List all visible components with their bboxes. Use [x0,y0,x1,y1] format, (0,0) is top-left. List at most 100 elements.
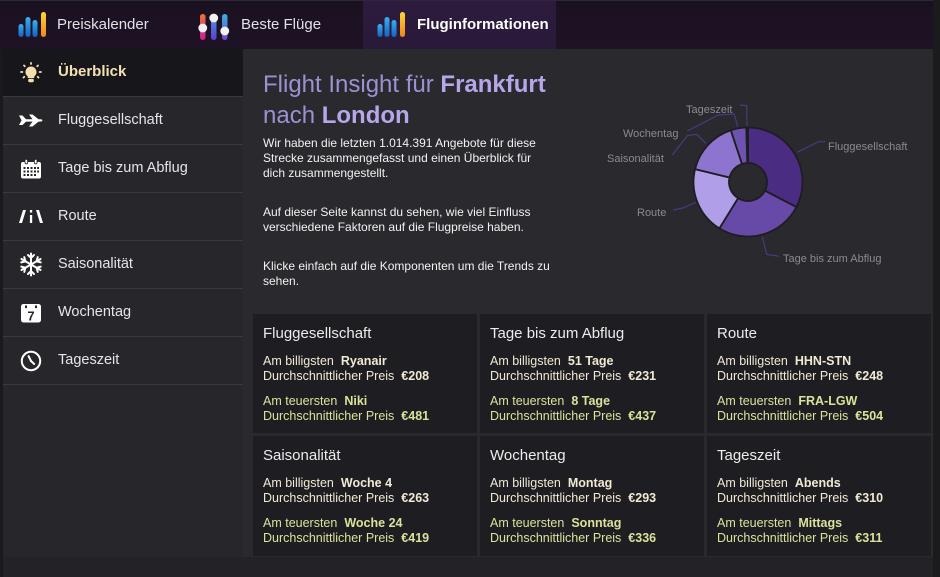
cheapest-label: Am billigsten [263,476,334,490]
sidebar-item-saisonalitaet[interactable]: Saisonalität [3,241,243,289]
avg-price-label: Durchschnittlicher Preis [263,491,395,505]
chart-connector-tage-bis-zum-abflug [761,236,780,257]
intro-paragraph: Wir haben die letzten 1.014.391 Angebote… [263,136,593,181]
avg-price-label: Durchschnittlicher Preis [490,369,622,383]
avg-price-label: Durchschnittlicher Preis [717,409,849,423]
chart-connector-wochentag [687,113,739,132]
chart-label-saisonalitaet[interactable]: Saisonalität [607,153,664,165]
sidebar-item-label: Wochentag [58,304,132,320]
cheapest-value: HHN-STN [794,354,852,368]
chart-label-tage-bis-zum-abflug[interactable]: Tage bis zum Abflug [783,253,881,265]
intro-text: Wir haben die letzten 1.014.391 Angebote… [263,136,593,313]
sidebar-item-wochentag[interactable]: 7 Wochentag [3,289,243,337]
intro-line: Auf dieser Seite kannst du sehen, wie vi… [263,205,531,219]
title-prefix: Flight Insight für [263,71,434,98]
most-expensive-avg-price: €437 [628,409,657,423]
intro-line: sehen. [263,274,300,288]
cheapest-avg-price: €310 [855,491,884,505]
avg-price-label: Durchschnittlicher Preis [717,531,849,545]
cheapest-avg-price: €293 [628,491,657,505]
most-expensive-label: Am teuersten [717,394,792,408]
card-tageszeit[interactable]: Tageszeit Am billigsten Abends Durchschni… [707,436,931,556]
chart-label-wochentag[interactable]: Wochentag [623,128,678,140]
most-expensive-group: Am teuersten FRA-LGW Durchschnittlicher P… [717,394,931,424]
avg-price-label: Durchschnittlicher Preis [263,531,395,545]
card-wochentag[interactable]: Wochentag Am billigsten Montag Durchschni… [480,436,704,556]
cheapest-group: Am billigsten Ryanair Durchschnittlicher … [263,354,477,384]
avg-price-label: Durchschnittlicher Preis [717,369,849,383]
most-expensive-label: Am teuersten [490,394,565,408]
cheapest-group: Am billigsten 51 Tage Durchschnittlicher … [490,354,704,384]
card-route[interactable]: Route Am billigsten HHN-STN Durchschnittl… [707,314,931,433]
calendar-icon [20,158,41,178]
avg-price-label: Durchschnittlicher Preis [490,409,622,423]
chart-connector-fluggesellschaft [797,141,825,153]
most-expensive-group: Am teuersten Niki Durchschnittlicher Prei… [263,394,477,424]
most-expensive-group: Am teuersten Mittags Durchschnittlicher P… [717,516,931,546]
most-expensive-label: Am teuersten [263,516,338,530]
most-expensive-avg-price: €336 [628,531,657,545]
card-title: Route [717,325,758,342]
cheapest-label: Am billigsten [490,354,561,368]
sidebar-item-label: Tage bis zum Abflug [58,160,188,176]
calendar-day-number: 7 [27,308,34,323]
sidebar-item-tageszeit[interactable]: Tageszeit [3,337,243,385]
cheapest-value: Woche 4 [340,476,393,490]
intro-line: Wir haben die letzten 1.014.391 Angebote… [263,136,536,150]
card-fluggesellschaft[interactable]: Fluggesellschaft Am billigsten Ryanair Du… [253,314,477,433]
tab-preiskalender[interactable]: Preiskalender [0,1,180,49]
right-edge-strip [933,0,940,577]
tab-label: Beste Flüge [241,16,322,33]
cheapest-label: Am billigsten [263,354,334,368]
page-title: Flight Insight für Frankfurt nach London [263,69,546,131]
most-expensive-value: Sonntag [571,516,622,530]
most-expensive-value: 8 Tage [571,394,611,408]
intro-line: Strecke zusammengefasst und einen Überbl… [263,151,532,165]
chart-label-fluggesellschaft[interactable]: Fluggesellschaft [828,141,908,153]
most-expensive-avg-price: €504 [855,409,884,423]
most-expensive-group: Am teuersten Sonntag Durchschnittlicher P… [490,516,704,546]
card-saisonalitaet[interactable]: Saisonalität Am billigsten Woche 4 Durchs… [253,436,477,556]
most-expensive-value: FRA-LGW [798,394,858,408]
sidebar-item-fluggesellschaft[interactable]: Fluggesellschaft [3,97,243,145]
chart-label-tageszeit[interactable]: Tageszeit [686,104,732,116]
cheapest-group: Am billigsten HHN-STN Durchschnittlicher … [717,354,931,384]
most-expensive-label: Am teuersten [263,394,338,408]
chart-label-route[interactable]: Route [637,207,666,219]
road-icon [18,210,43,223]
card-title: Saisonalität [263,447,341,464]
card-tage-bis-zum-abflug[interactable]: Tage bis zum Abflug Am billigsten 51 Tage… [480,314,704,433]
most-expensive-group: Am teuersten 8 Tage Durchschnittlicher Pr… [490,394,704,424]
most-expensive-avg-price: €419 [401,531,430,545]
cheapest-value: Ryanair [340,354,387,368]
cheapest-avg-price: €248 [855,369,884,383]
cheapest-avg-price: €231 [628,369,657,383]
sidebar-item-tage-bis-zum-abflug[interactable]: Tage bis zum Abflug [3,145,243,193]
chart-slice-tageszeit[interactable] [745,126,749,164]
cheapest-group: Am billigsten Montag Durchschnittlicher P… [490,476,704,506]
sidebar-item-ueberblick[interactable]: Überblick [3,49,243,97]
intro-line: Klicke einfach auf die Komponenten um di… [263,259,550,273]
snowflake-icon [19,252,42,277]
sidebar-item-label: Tageszeit [58,352,120,368]
card-title: Tage bis zum Abflug [490,325,625,342]
tab-fluginformationen[interactable]: Fluginformationen [363,1,556,49]
avg-price-label: Durchschnittlicher Preis [490,531,622,545]
tab-label: Preiskalender [57,16,149,33]
most-expensive-avg-price: €481 [401,409,430,423]
sidebar: Überblick Fluggesellschaft Tage bis zum … [3,49,243,557]
sliders-icon [198,13,230,40]
avg-price-label: Durchschnittlicher Preis [490,491,622,505]
cheapest-group: Am billigsten Woche 4 Durchschnittlicher … [263,476,477,506]
most-expensive-group: Am teuersten Woche 24 Durchschnittlicher … [263,516,477,546]
sidebar-item-label: Überblick [58,63,127,80]
cheapest-avg-price: €208 [401,369,430,383]
top-navigation: Preiskalender Beste Flüge Fluginformatio… [0,0,933,49]
sidebar-item-label: Route [58,208,97,224]
cheapest-value: Abends [794,476,841,490]
sidebar-item-route[interactable]: Route [3,193,243,241]
tab-beste-fluege[interactable]: Beste Flüge [180,1,363,49]
card-title: Tageszeit [717,447,781,464]
chart-connector-tageszeit [739,104,748,127]
title-origin: Frankfurt [440,71,546,98]
